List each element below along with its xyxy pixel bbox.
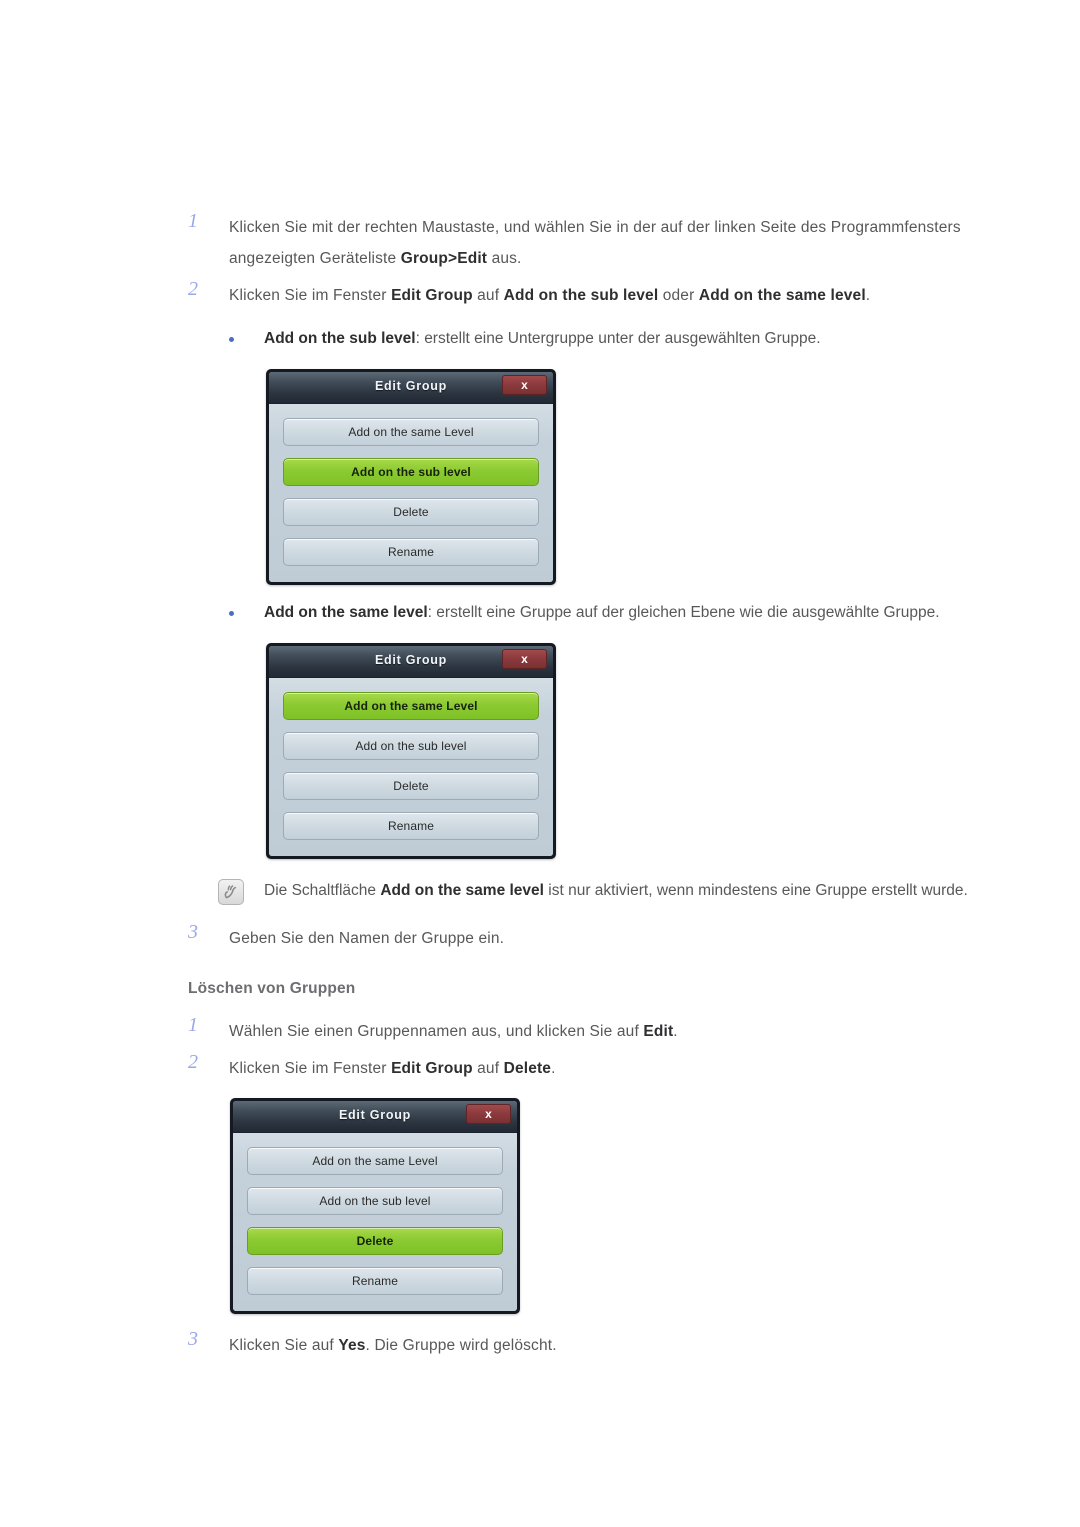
edit-group-dialog: Edit Group x Add on the same Level Add o…	[266, 643, 556, 859]
button-rename[interactable]: Rename	[283, 812, 539, 840]
dialog-figure-delete: Edit Group x Add on the same Level Add o…	[230, 1098, 998, 1314]
step-text: Wählen Sie einen Gruppennamen aus, und k…	[229, 1023, 678, 1040]
step-item: 3 Geben Sie den Namen der Gruppe ein.	[188, 921, 998, 954]
edit-group-dialog: Edit Group x Add on the same Level Add o…	[230, 1098, 520, 1314]
note-text: Die Schaltfläche Add on the same level i…	[264, 882, 968, 899]
bullet-text: Add on the same level: erstellt eine Gru…	[264, 604, 940, 621]
button-add-on-the-sub-level[interactable]: Add on the sub level	[247, 1187, 503, 1215]
dialog-figure-same-level: Edit Group x Add on the same Level Add o…	[266, 643, 998, 859]
step-number: 3	[188, 921, 198, 943]
step-item: 1 Klicken Sie mit der rechten Maustaste,…	[188, 210, 998, 274]
bullet-dot-icon	[229, 337, 234, 342]
step-text: Klicken Sie im Fenster Edit Group auf Ad…	[229, 287, 871, 304]
page-content: 1 Klicken Sie mit der rechten Maustaste,…	[188, 210, 998, 1367]
dialog-figure-sub-level: Edit Group x Add on the same Level Add o…	[266, 369, 998, 585]
button-delete[interactable]: Delete	[283, 772, 539, 800]
button-add-on-the-same-level[interactable]: Add on the same Level	[247, 1147, 503, 1175]
dialog-body: Add on the same Level Add on the sub lev…	[269, 678, 553, 856]
dialog-titlebar: Edit Group x	[269, 372, 553, 404]
step-text: Geben Sie den Namen der Gruppe ein.	[229, 930, 505, 947]
step-number: 2	[188, 1051, 198, 1073]
step-text: Klicken Sie mit der rechten Maustaste, u…	[229, 219, 961, 267]
button-delete[interactable]: Delete	[247, 1227, 503, 1255]
bullet-text: Add on the sub level: erstellt eine Unte…	[264, 330, 821, 347]
step-text: Klicken Sie auf Yes. Die Gruppe wird gel…	[229, 1337, 557, 1354]
note-block: Die Schaltfläche Add on the same level i…	[188, 877, 998, 905]
section-heading: Löschen von Gruppen	[188, 980, 356, 997]
bullet-dot-icon	[229, 611, 234, 616]
dialog-titlebar: Edit Group x	[233, 1101, 517, 1133]
button-add-on-the-same-level[interactable]: Add on the same Level	[283, 418, 539, 446]
bullet-item-sub-level: Add on the sub level: erstellt eine Unte…	[188, 325, 998, 353]
step-text: Klicken Sie im Fenster Edit Group auf De…	[229, 1060, 556, 1077]
dialog-titlebar: Edit Group x	[269, 646, 553, 678]
step-number: 2	[188, 278, 198, 300]
document-page: 1 Klicken Sie mit der rechten Maustaste,…	[0, 0, 1080, 1527]
button-add-on-the-sub-level[interactable]: Add on the sub level	[283, 458, 539, 486]
step-number: 3	[188, 1328, 198, 1350]
step-item: 2 Klicken Sie im Fenster Edit Group auf …	[188, 1051, 998, 1084]
edit-group-dialog: Edit Group x Add on the same Level Add o…	[266, 369, 556, 585]
step-item: 3 Klicken Sie auf Yes. Die Gruppe wird g…	[188, 1328, 998, 1361]
button-rename[interactable]: Rename	[247, 1267, 503, 1295]
step-item: 2 Klicken Sie im Fenster Edit Group auf …	[188, 278, 998, 311]
close-icon[interactable]: x	[466, 1104, 511, 1124]
close-icon[interactable]: x	[502, 649, 547, 669]
close-icon[interactable]: x	[502, 375, 547, 395]
section-delete-groups: Löschen von Gruppen 1 Wählen Sie einen G…	[188, 980, 998, 1361]
button-delete[interactable]: Delete	[283, 498, 539, 526]
button-add-on-the-same-level[interactable]: Add on the same Level	[283, 692, 539, 720]
step-number: 1	[188, 210, 198, 232]
note-pencil-icon	[218, 879, 244, 905]
step-item: 1 Wählen Sie einen Gruppennamen aus, und…	[188, 1014, 998, 1047]
bullet-item-same-level: Add on the same level: erstellt eine Gru…	[188, 599, 998, 627]
step-number: 1	[188, 1014, 198, 1036]
dialog-body: Add on the same Level Add on the sub lev…	[233, 1133, 517, 1311]
dialog-body: Add on the same Level Add on the sub lev…	[269, 404, 553, 582]
button-rename[interactable]: Rename	[283, 538, 539, 566]
button-add-on-the-sub-level[interactable]: Add on the sub level	[283, 732, 539, 760]
section-create-groups: 1 Klicken Sie mit der rechten Maustaste,…	[188, 210, 998, 954]
